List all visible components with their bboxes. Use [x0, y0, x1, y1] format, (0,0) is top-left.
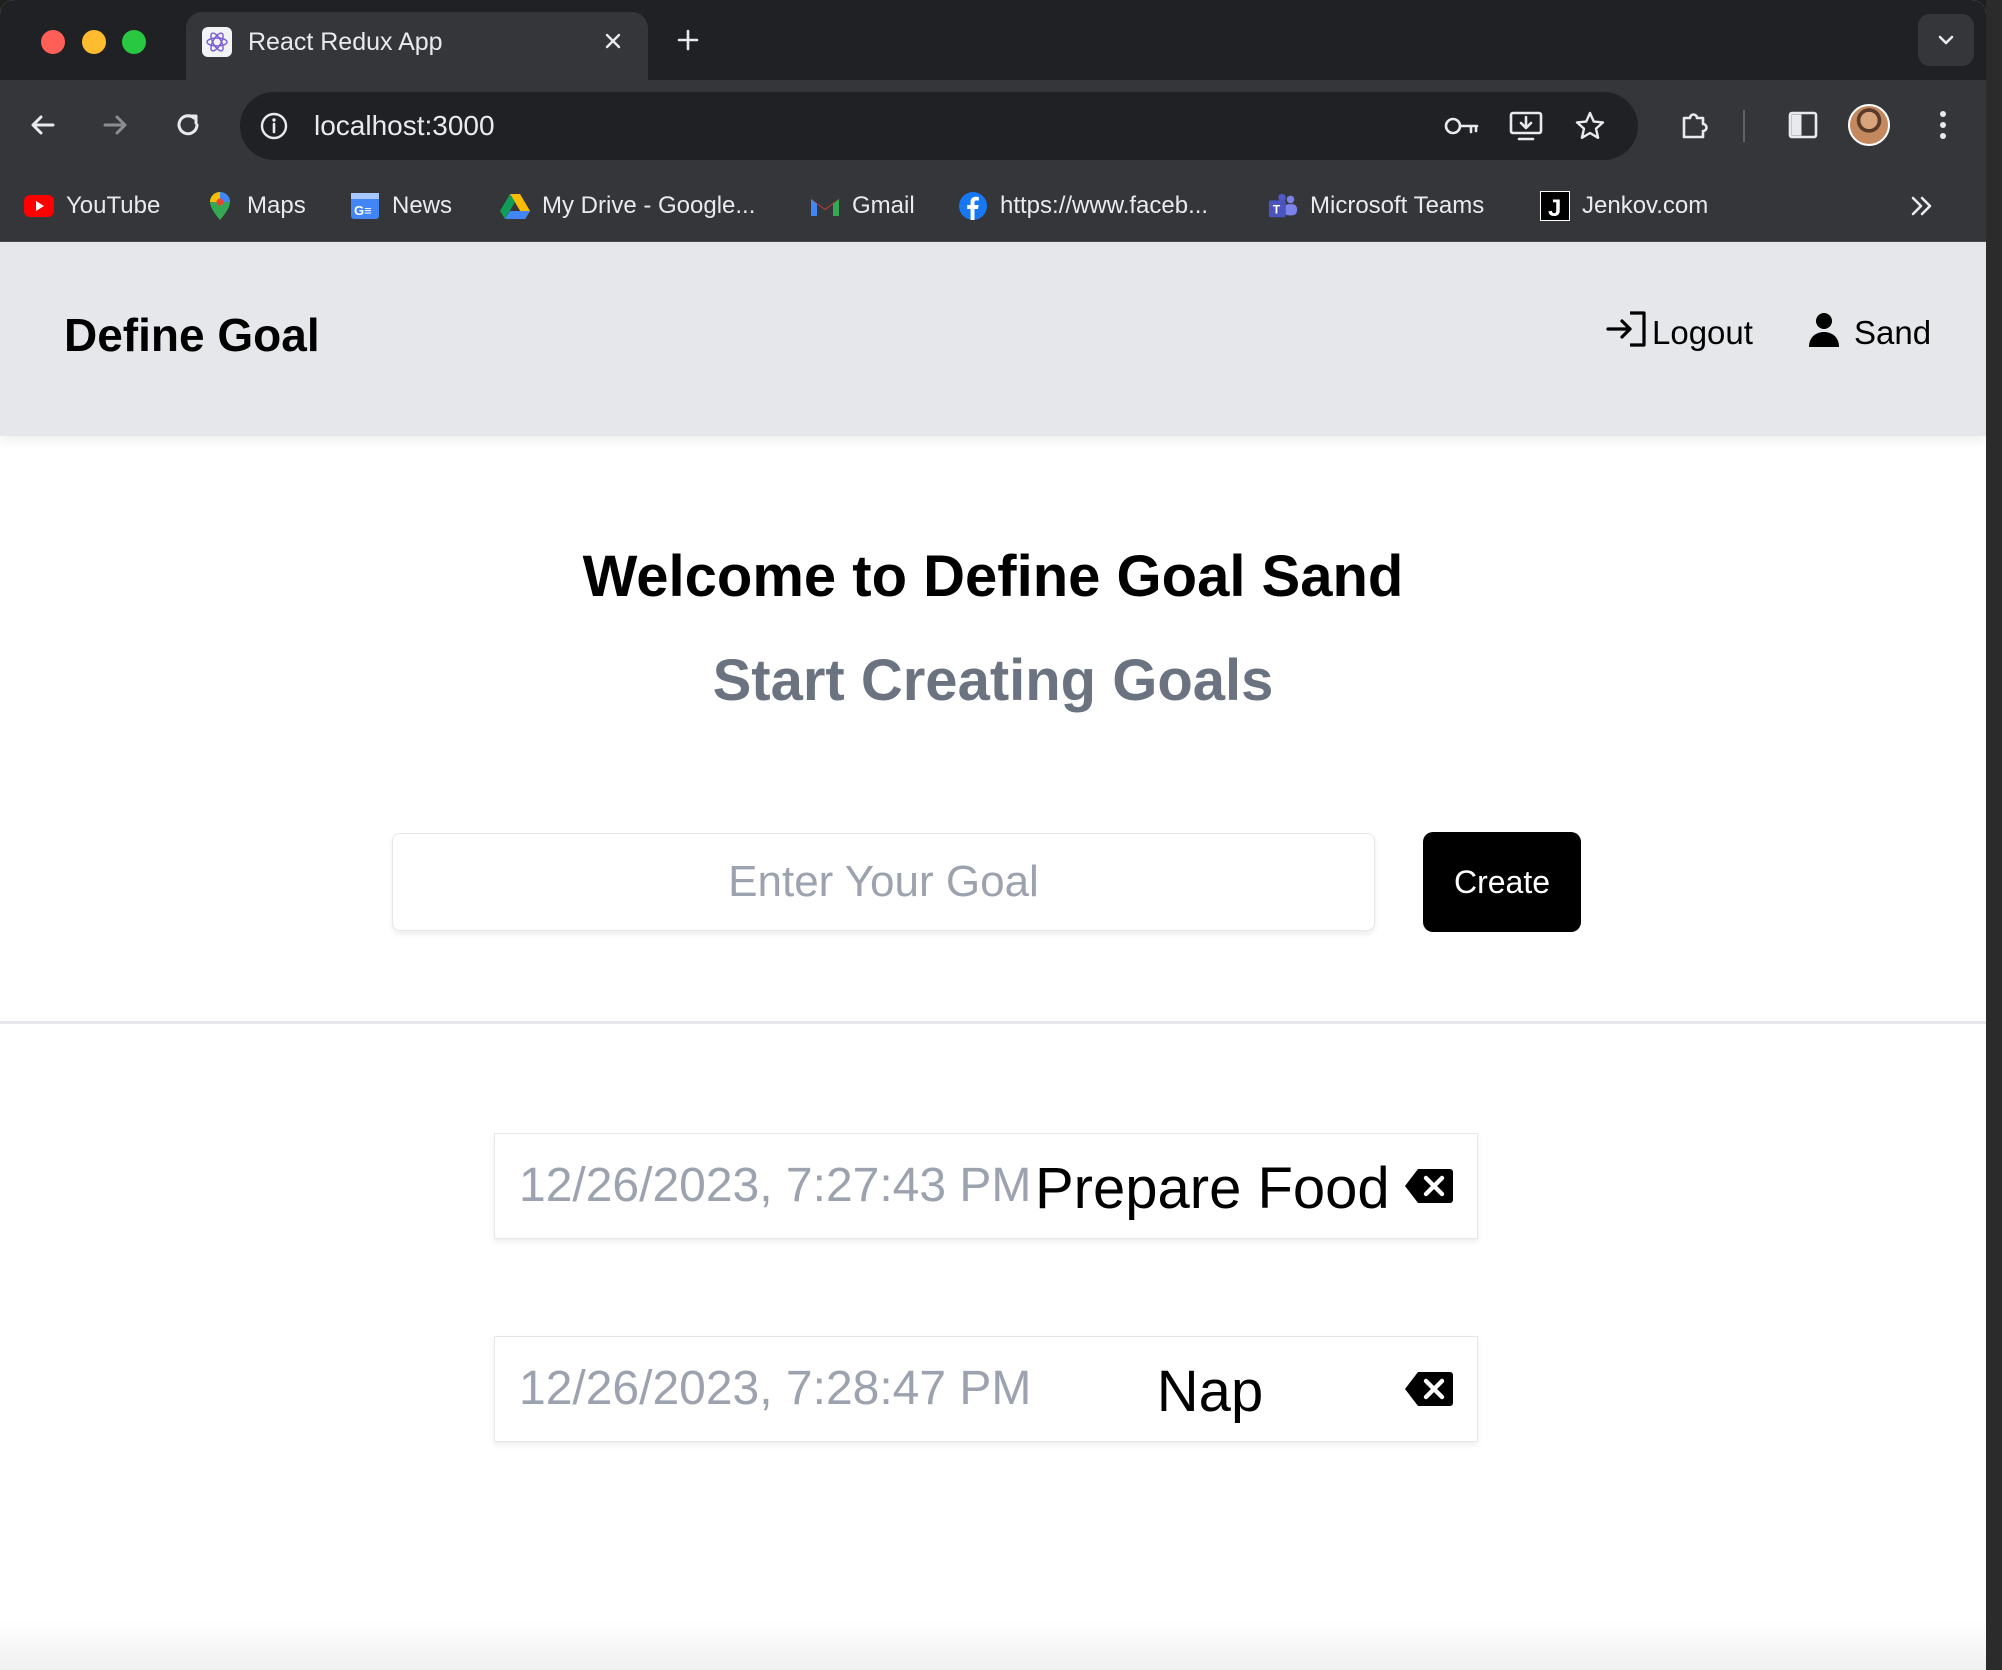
bookmark-youtube[interactable]: YouTube — [24, 188, 160, 224]
toolbar-separator — [1743, 110, 1745, 142]
bookmark-label: YouTube — [66, 192, 161, 219]
goal-date: 12/26/2023, 7:28:47 PM — [519, 1362, 1032, 1415]
more-menu-icon[interactable] — [1920, 102, 1966, 148]
page-subtitle: Start Creating Goals — [712, 648, 1274, 713]
bookmark-gmail[interactable]: Gmail — [810, 188, 915, 224]
bookmark-label: News — [392, 192, 453, 219]
bookmark-label: https://www.faceb... — [1000, 192, 1209, 219]
bookmarks-bar: YouTube Maps G≡ News My Drive - Google..… — [0, 170, 1986, 242]
app-brand[interactable]: Define Goal — [64, 308, 320, 362]
new-tab-icon[interactable] — [670, 22, 706, 58]
drive-icon — [500, 191, 530, 221]
goal-text: Prepare Food — [1035, 1156, 1390, 1221]
logout-link[interactable]: Logout — [1606, 310, 1753, 356]
welcome-title: Welcome to Define Goal Sand — [582, 544, 1404, 609]
site-info-icon[interactable] — [256, 108, 292, 144]
bookmark-teams[interactable]: T Microsoft Teams — [1268, 188, 1484, 224]
url-text[interactable]: localhost:3000 — [314, 108, 495, 144]
bookmark-news[interactable]: G≡ News — [350, 188, 452, 224]
bookmark-maps[interactable]: Maps — [205, 188, 306, 224]
user-profile-link[interactable]: Sand — [1806, 310, 1931, 356]
reload-icon[interactable] — [165, 102, 211, 148]
bookmark-label: Maps — [247, 192, 306, 219]
window-bottom-shadow — [0, 1620, 1986, 1670]
goal-item: 12/26/2023, 7:28:47 PM Nap — [494, 1336, 1478, 1442]
user-icon — [1806, 311, 1842, 355]
logout-icon — [1606, 310, 1648, 356]
create-button[interactable]: Create — [1423, 832, 1581, 932]
install-app-icon[interactable] — [1506, 106, 1546, 146]
news-icon: G≡ — [350, 191, 380, 221]
password-key-icon[interactable] — [1442, 106, 1482, 146]
goal-date: 12/26/2023, 7:27:43 PM — [519, 1159, 1032, 1212]
bookmark-jenkov[interactable]: J Jenkov.com — [1540, 188, 1708, 224]
delete-goal-icon[interactable] — [1403, 1367, 1455, 1411]
bookmark-drive[interactable]: My Drive - Google... — [500, 188, 755, 224]
desktop-background — [1986, 0, 2002, 1670]
bookmark-label: Gmail — [852, 192, 915, 219]
react-favicon-icon — [202, 27, 232, 57]
forward-arrow-icon[interactable] — [92, 102, 138, 148]
youtube-icon — [24, 191, 54, 221]
profile-avatar[interactable] — [1848, 104, 1890, 146]
bookmark-star-icon[interactable] — [1570, 106, 1610, 146]
close-tab-icon[interactable] — [596, 24, 630, 58]
address-bar[interactable]: localhost:3000 — [240, 92, 1638, 160]
bookmark-label: Microsoft Teams — [1310, 192, 1485, 219]
goal-item: 12/26/2023, 7:27:43 PM Prepare Food — [494, 1133, 1478, 1239]
bookmark-facebook[interactable]: https://www.faceb... — [958, 188, 1208, 224]
minimize-window-button[interactable] — [82, 30, 106, 54]
delete-goal-icon[interactable] — [1403, 1164, 1455, 1208]
maps-icon — [205, 191, 235, 221]
section-divider — [0, 1021, 1986, 1024]
tab-search-icon[interactable] — [1918, 14, 1974, 66]
svg-text:J: J — [1548, 195, 1561, 221]
svg-text:G≡: G≡ — [354, 203, 372, 218]
side-panel-icon[interactable] — [1780, 102, 1826, 148]
bookmarks-overflow-icon[interactable] — [1904, 188, 1940, 224]
bookmark-label: Jenkov.com — [1582, 192, 1709, 219]
bookmark-label: My Drive - Google... — [542, 192, 756, 219]
user-name-label: Sand — [1854, 314, 1932, 351]
logout-label: Logout — [1652, 314, 1753, 351]
teams-icon: T — [1268, 191, 1298, 221]
browser-tab[interactable]: React Redux App — [186, 12, 648, 80]
jenkov-icon: J — [1540, 191, 1570, 221]
web-page: Define Goal Logout Sand Welcome to Defin… — [0, 242, 1986, 1670]
goal-input[interactable] — [392, 833, 1375, 931]
app-header: Define Goal Logout Sand — [0, 242, 1986, 436]
maximize-window-button[interactable] — [122, 30, 146, 54]
close-window-button[interactable] — [41, 30, 65, 54]
facebook-icon — [958, 191, 988, 221]
back-arrow-icon[interactable] — [20, 102, 66, 148]
gmail-icon — [810, 191, 840, 221]
browser-window: React Redux App localhost:3000 YouTube M… — [0, 0, 1986, 1670]
browser-toolbar: localhost:3000 — [0, 80, 1986, 170]
tab-title: React Redux App — [248, 28, 443, 56]
tab-bar: React Redux App — [0, 0, 1986, 80]
goal-text: Nap — [1156, 1359, 1264, 1424]
svg-text:T: T — [1273, 203, 1281, 217]
extensions-icon[interactable] — [1672, 102, 1718, 148]
